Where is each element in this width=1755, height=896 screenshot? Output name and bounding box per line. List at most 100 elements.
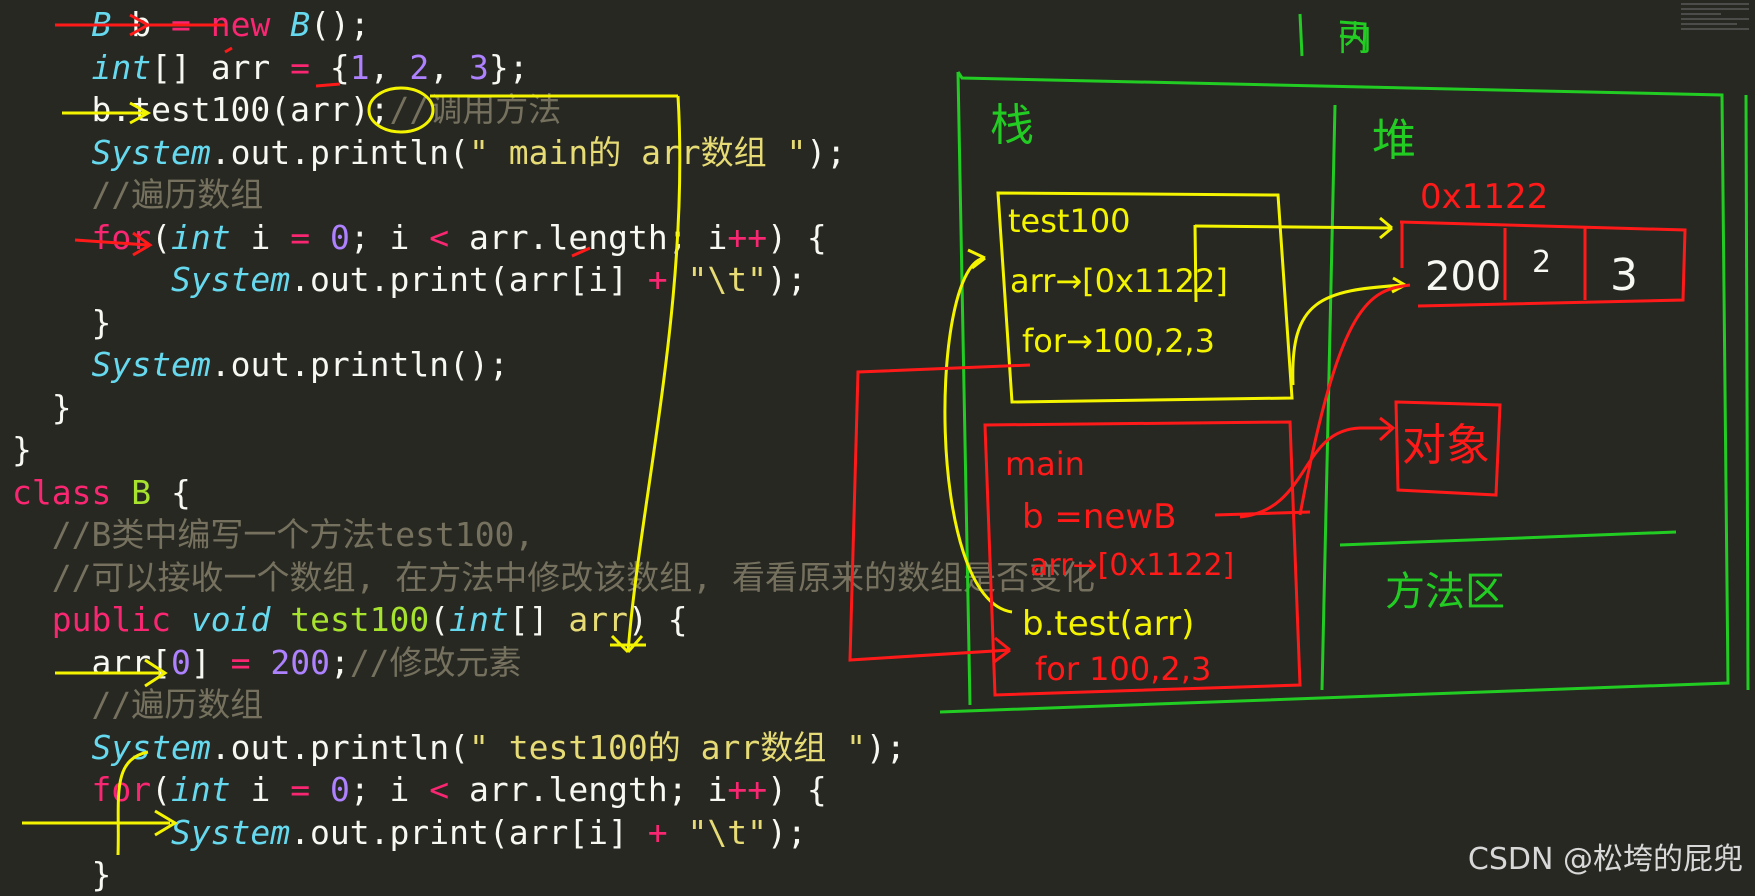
code-token: (); bbox=[310, 5, 370, 44]
minimap[interactable] bbox=[1675, 0, 1755, 60]
code-token: ( bbox=[429, 600, 450, 639]
code-token: .out.println(); bbox=[210, 345, 509, 384]
code-line[interactable]: for(int i = 0; i < arr.length; i++) { bbox=[12, 217, 826, 259]
code-token: .out.print(arr[i] bbox=[290, 812, 648, 852]
code-token: [] arr bbox=[151, 47, 291, 87]
code-token: ++ bbox=[727, 217, 768, 257]
code-token: System bbox=[91, 727, 211, 767]
code-line[interactable]: } bbox=[12, 387, 72, 429]
code-token: class bbox=[12, 472, 112, 512]
code-token: " test100的 arr数组 " bbox=[468, 727, 866, 767]
code-token: = bbox=[230, 642, 251, 682]
code-token: + bbox=[647, 260, 668, 299]
code-token: test100 bbox=[290, 600, 430, 639]
code-line[interactable]: } bbox=[12, 854, 111, 896]
code-token: } bbox=[12, 302, 112, 342]
code-token: .println( bbox=[290, 132, 469, 172]
code-token: int bbox=[449, 600, 509, 639]
code-line[interactable]: System.out.println(" main的 arr数组 "); bbox=[12, 132, 846, 174]
code-token: .out.println( bbox=[210, 727, 469, 767]
code-line[interactable]: int[] arr = {1, 2, 3}; bbox=[12, 47, 528, 89]
code-line[interactable]: //B类中编写一个方法test100, bbox=[12, 514, 535, 556]
code-token: ); bbox=[806, 132, 847, 172]
code-token: = bbox=[290, 217, 311, 257]
code-token: int bbox=[170, 770, 231, 809]
code-editor[interactable]: B b = new B(); int[] arr = {1, 2, 3}; b.… bbox=[0, 0, 1755, 894]
code-line[interactable]: class B { bbox=[12, 472, 191, 514]
code-line[interactable]: //遍历数组 bbox=[12, 174, 263, 216]
code-token: , bbox=[429, 47, 470, 87]
code-token: " main的 arr数组 " bbox=[469, 132, 807, 172]
code-token: [] bbox=[508, 600, 569, 639]
code-token: ( bbox=[151, 217, 171, 257]
code-token: ); bbox=[767, 260, 807, 299]
code-token: System bbox=[170, 812, 291, 852]
code-token: { bbox=[151, 472, 191, 512]
code-line[interactable]: //可以接收一个数组, 在方法中修改该数组, 看看原来的数组是否变化 bbox=[12, 557, 1095, 599]
code-token: i bbox=[230, 770, 291, 809]
code-token: 0 bbox=[329, 770, 350, 809]
code-token: .out.print(arr[i] bbox=[290, 260, 648, 299]
code-line[interactable]: System.out.println(); bbox=[12, 344, 509, 386]
code-line[interactable]: public void test100(int[] arr) { bbox=[12, 599, 688, 641]
code-token: System bbox=[91, 345, 211, 384]
code-token: B bbox=[91, 5, 112, 44]
code-line[interactable]: System.out.println(" test100的 arr数组 "); bbox=[12, 727, 905, 769]
code-token: } bbox=[12, 387, 72, 427]
code-token: i bbox=[230, 217, 291, 257]
code-line[interactable]: for(int i = 0; i < arr.length; i++) { bbox=[12, 769, 826, 811]
code-token: out bbox=[230, 132, 291, 172]
code-token: B bbox=[131, 472, 152, 512]
code-line[interactable]: arr[0] = 200;//修改元素 bbox=[12, 642, 522, 684]
code-token: ; bbox=[329, 642, 350, 682]
code-token: //B类中编写一个方法test100, bbox=[51, 515, 535, 554]
code-token: 1 bbox=[349, 47, 370, 87]
code-line[interactable]: } bbox=[12, 302, 111, 344]
code-token: public bbox=[51, 600, 171, 639]
code-token: , bbox=[369, 47, 410, 87]
code-token: = bbox=[290, 47, 311, 87]
code-token: } bbox=[12, 430, 32, 469]
code-token: for bbox=[91, 770, 152, 809]
code-token: //遍历数组 bbox=[91, 685, 264, 724]
code-token: b.test100(arr); bbox=[12, 90, 390, 129]
code-token: 3 bbox=[469, 47, 489, 87]
code-token: < bbox=[429, 217, 450, 257]
code-line[interactable]: System.out.print(arr[i] + "\t"); bbox=[12, 259, 807, 301]
code-token: ] bbox=[190, 642, 231, 682]
code-token: arr bbox=[568, 600, 628, 639]
code-token: arr.length; i bbox=[449, 770, 728, 809]
code-token: int bbox=[91, 47, 152, 87]
code-token: 200 bbox=[270, 642, 330, 682]
code-token: ++ bbox=[727, 770, 768, 809]
code-token: ( bbox=[151, 770, 171, 809]
code-token: //修改元素 bbox=[349, 642, 522, 682]
code-line[interactable]: } bbox=[12, 429, 32, 471]
code-line[interactable]: //遍历数组 bbox=[12, 684, 263, 726]
code-line[interactable]: B b = new B(); bbox=[12, 4, 370, 46]
code-token: { bbox=[310, 47, 350, 87]
code-token: = bbox=[290, 770, 311, 809]
code-line[interactable]: b.test100(arr);//调用方法 bbox=[12, 89, 561, 131]
code-token: void bbox=[190, 600, 271, 639]
code-line[interactable]: System.out.print(arr[i] + "\t"); bbox=[12, 812, 807, 854]
code-token: ) { bbox=[627, 600, 688, 639]
code-token: B bbox=[290, 5, 311, 44]
code-token: b bbox=[111, 5, 171, 44]
code-token: for bbox=[91, 217, 152, 257]
code-token: ); bbox=[767, 812, 807, 852]
csdn-watermark: CSDN @松垮的屁兜 bbox=[1467, 842, 1743, 877]
